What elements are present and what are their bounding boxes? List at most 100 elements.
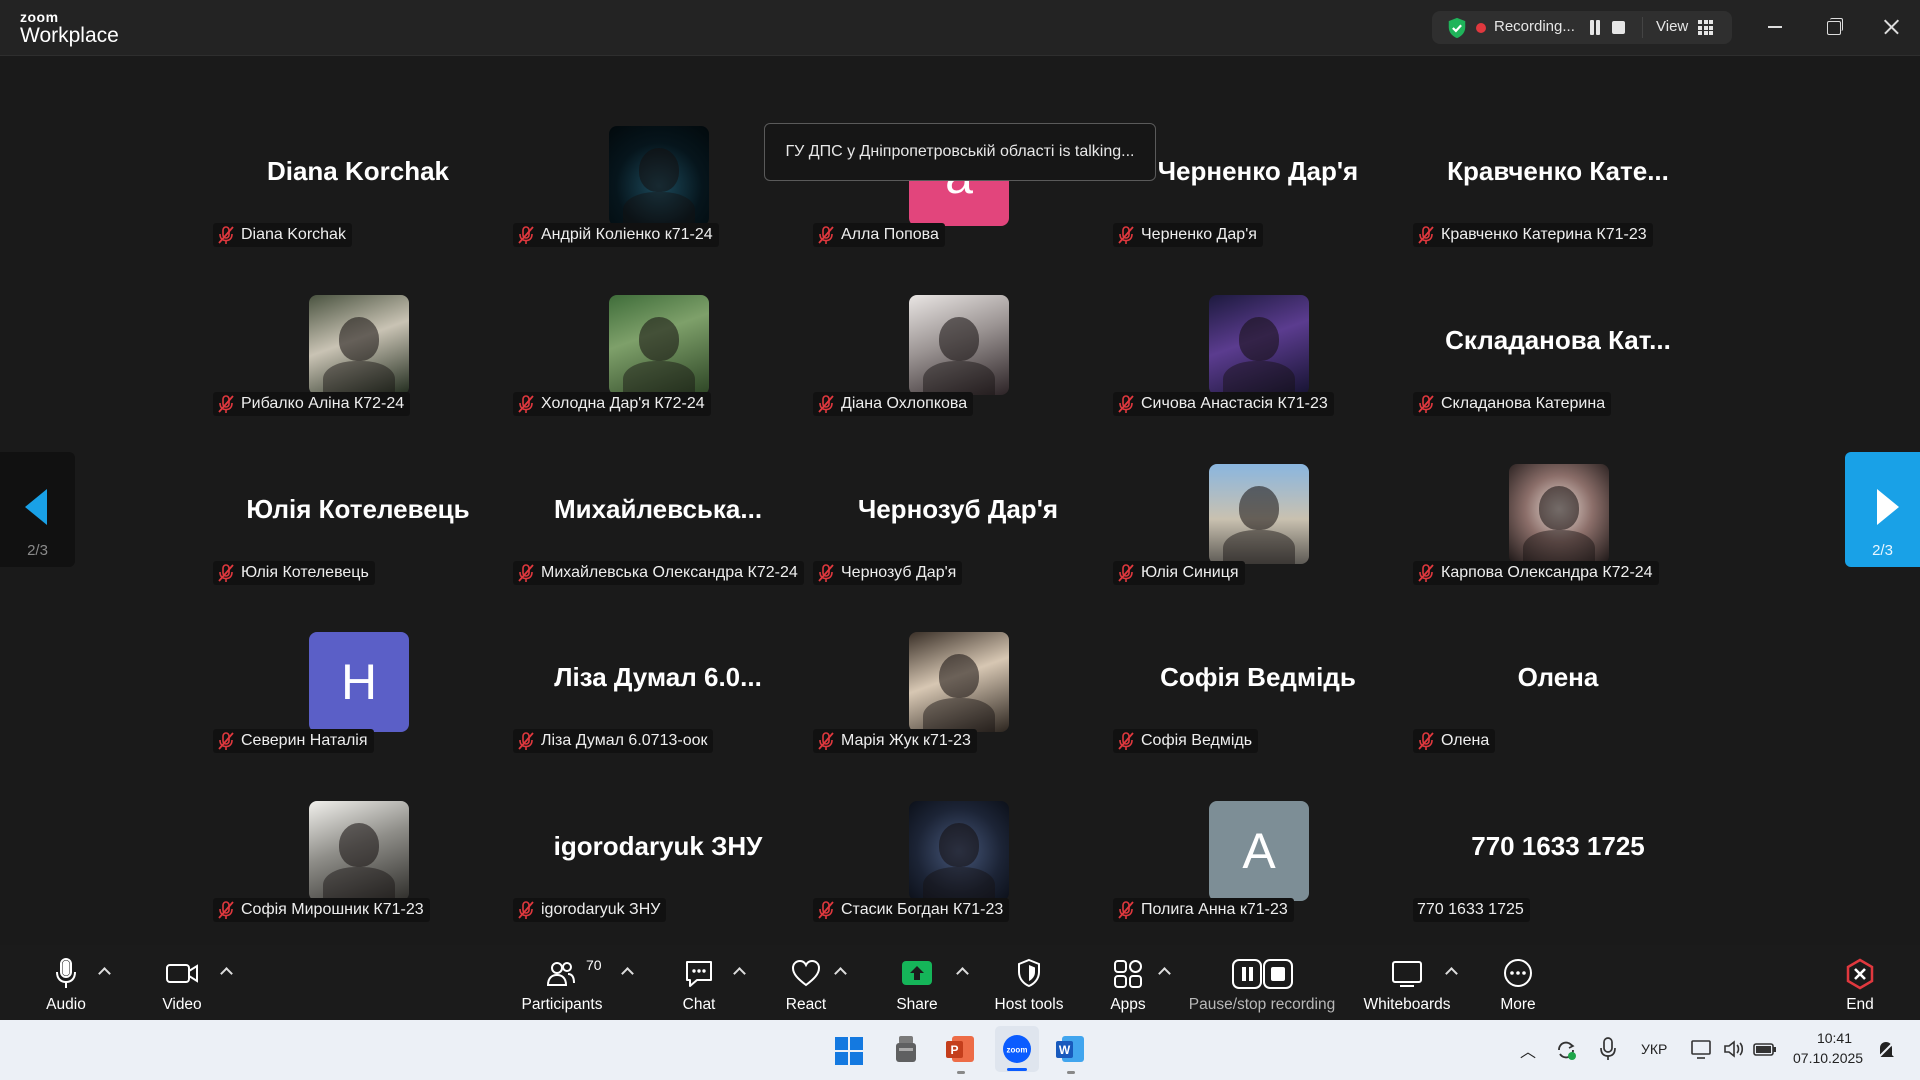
end-meeting-button[interactable]: End [1840, 957, 1880, 1014]
video-button[interactable]: Video [152, 957, 212, 1014]
participant-avatar [609, 126, 709, 226]
participants-chevron-icon[interactable] [621, 967, 634, 980]
more-button[interactable]: More [1496, 957, 1540, 1014]
participant-tile[interactable]: Олена Олена [1413, 622, 1703, 785]
svg-text:zoom: zoom [1007, 1046, 1028, 1055]
windows-start-icon[interactable] [834, 1036, 864, 1066]
muted-microphone-icon [218, 732, 234, 750]
participant-tile[interactable]: Стасик Богдан К71-23 [813, 791, 1103, 954]
participant-tile[interactable]: Складанова Кат... Складанова Катерина [1413, 285, 1703, 448]
word-icon[interactable]: W [1054, 1034, 1086, 1064]
participant-tile[interactable]: Чернозуб Дар'я Чернозуб Дар'я [813, 454, 1103, 617]
participant-tile[interactable]: Ліза Думал 6.0... Ліза Думал 6.0713-оок [513, 622, 803, 785]
share-chevron-icon[interactable] [956, 967, 969, 980]
muted-microphone-icon [1118, 732, 1134, 750]
apps-label: Apps [1110, 996, 1146, 1013]
participant-tile[interactable]: A Полига Анна к71-23 [1113, 791, 1403, 954]
host-tools-button[interactable]: Host tools [992, 957, 1066, 1014]
video-options-chevron-icon[interactable] [220, 967, 233, 980]
view-button[interactable]: View [1656, 18, 1688, 35]
avatar-shoulders [1223, 361, 1295, 395]
participants-label: Participants [521, 996, 603, 1013]
language-indicator[interactable]: УКР [1641, 1041, 1667, 1057]
participant-tile[interactable]: Юлія Синиця [1113, 454, 1403, 617]
microphone-tray-icon[interactable] [1598, 1036, 1618, 1062]
chat-button[interactable]: Chat [677, 957, 721, 1014]
participant-name-bar: igorodaryuk ЗНУ [513, 898, 667, 922]
participant-tile[interactable]: 770 1633 1725 770 1633 1725 [1413, 791, 1703, 954]
app-tray-icon[interactable] [893, 1034, 919, 1066]
participant-tile[interactable]: Юлія Котелевець Юлія Котелевець [213, 454, 503, 617]
pause-recording-icon[interactable] [1588, 20, 1602, 35]
participant-name-label: Олена [1441, 732, 1490, 749]
participant-tile[interactable]: H Северин Наталія [213, 622, 503, 785]
share-button[interactable]: Share [892, 957, 942, 1014]
react-button[interactable]: React [781, 957, 831, 1014]
muted-microphone-icon [218, 226, 234, 244]
participant-name-label: Полига Анна к71-23 [1141, 901, 1288, 918]
avatar-shoulders [923, 361, 995, 395]
share-label: Share [896, 996, 938, 1013]
logo-bottom-text: Workplace [20, 24, 119, 47]
pause-stop-recording-button[interactable]: Pause/stop recording [1188, 957, 1336, 1014]
chat-chevron-icon[interactable] [733, 967, 746, 980]
close-window-button[interactable] [1876, 12, 1906, 42]
clock-date[interactable]: 07.10.2025 [1793, 1050, 1863, 1066]
zoom-taskbar-item[interactable]: zoom [995, 1026, 1039, 1072]
react-chevron-icon[interactable] [834, 967, 847, 980]
participant-name-label: Юлія Синиця [1141, 564, 1239, 581]
next-page-button[interactable]: 2/3 [1845, 452, 1920, 567]
running-indicator [1067, 1071, 1075, 1074]
participant-name-label: Diana Korchak [241, 226, 346, 243]
page-indicator-right: 2/3 [1872, 542, 1893, 559]
participant-name-bar: Стасик Богдан К71-23 [813, 898, 1010, 922]
grid-view-icon[interactable] [1698, 20, 1713, 35]
active-indicator [1007, 1068, 1027, 1071]
participant-tile[interactable]: Софія Ведмідь Софія Ведмідь [1113, 622, 1403, 785]
participant-tile[interactable]: Кравченко Кате... Кравченко Катерина К71-… [1413, 116, 1703, 279]
participant-tile[interactable]: Diana Korchak Diana Korchak [213, 116, 503, 279]
apps-chevron-icon[interactable] [1158, 967, 1171, 980]
participant-name-label: Михайлевська Олександра К72-24 [541, 564, 798, 581]
participant-tile[interactable]: Черненко Дар'я Черненко Дар'я [1113, 116, 1403, 279]
clock-time[interactable]: 10:41 [1808, 1030, 1852, 1046]
audio-options-chevron-icon[interactable] [98, 967, 111, 980]
participant-tile[interactable]: Софія Мирошник К71-23 [213, 791, 503, 954]
whiteboards-button[interactable]: Whiteboards [1362, 957, 1452, 1014]
participant-tile[interactable]: Сичова Анастасія К71-23 [1113, 285, 1403, 448]
participant-tile[interactable]: Марія Жук к71-23 [813, 622, 1103, 785]
participant-avatar [909, 632, 1009, 732]
battery-icon[interactable] [1752, 1038, 1778, 1060]
muted-microphone-icon [218, 395, 234, 413]
restore-button[interactable] [1818, 12, 1848, 42]
participant-tile[interactable]: igorodaryuk ЗНУ igorodaryuk ЗНУ [513, 791, 803, 954]
participant-tile[interactable]: Діана Охлопкова [813, 285, 1103, 448]
chat-icon [686, 961, 712, 987]
participant-avatar [909, 801, 1009, 901]
shield-check-icon[interactable] [1446, 17, 1468, 39]
sync-icon[interactable] [1554, 1038, 1578, 1062]
avatar-silhouette [639, 317, 679, 361]
arrow-left-icon [25, 489, 47, 525]
muted-microphone-icon [518, 732, 534, 750]
muted-microphone-icon [518, 226, 534, 244]
stop-recording-icon[interactable] [1612, 21, 1625, 34]
participant-tile[interactable]: Карпова Олександра К72-24 [1413, 454, 1703, 617]
end-icon [1846, 958, 1874, 990]
previous-page-button[interactable]: 2/3 [0, 452, 75, 567]
apps-button[interactable]: Apps [1104, 957, 1152, 1014]
network-icon[interactable] [1690, 1038, 1714, 1060]
participant-avatar [309, 295, 409, 395]
participant-tile[interactable]: Холодна Дар'я К72-24 [513, 285, 803, 448]
powerpoint-icon[interactable]: P [944, 1034, 976, 1064]
chevron-up-icon[interactable]: ︿ [1520, 1038, 1536, 1062]
audio-button[interactable]: Audio [35, 957, 97, 1014]
participant-tile[interactable]: Рибалко Аліна К72-24 [213, 285, 503, 448]
participants-button[interactable]: 70 Participants [518, 957, 606, 1014]
speaker-icon[interactable] [1722, 1038, 1746, 1060]
logo-top-text: zoom [20, 9, 59, 25]
participant-tile[interactable]: Андрій Коліенко к71-24 [513, 116, 803, 279]
notification-bell-icon[interactable] [1874, 1038, 1898, 1062]
minimize-button[interactable] [1760, 12, 1790, 42]
participant-tile[interactable]: Михайлевська... Михайлевська Олександра К… [513, 454, 804, 617]
